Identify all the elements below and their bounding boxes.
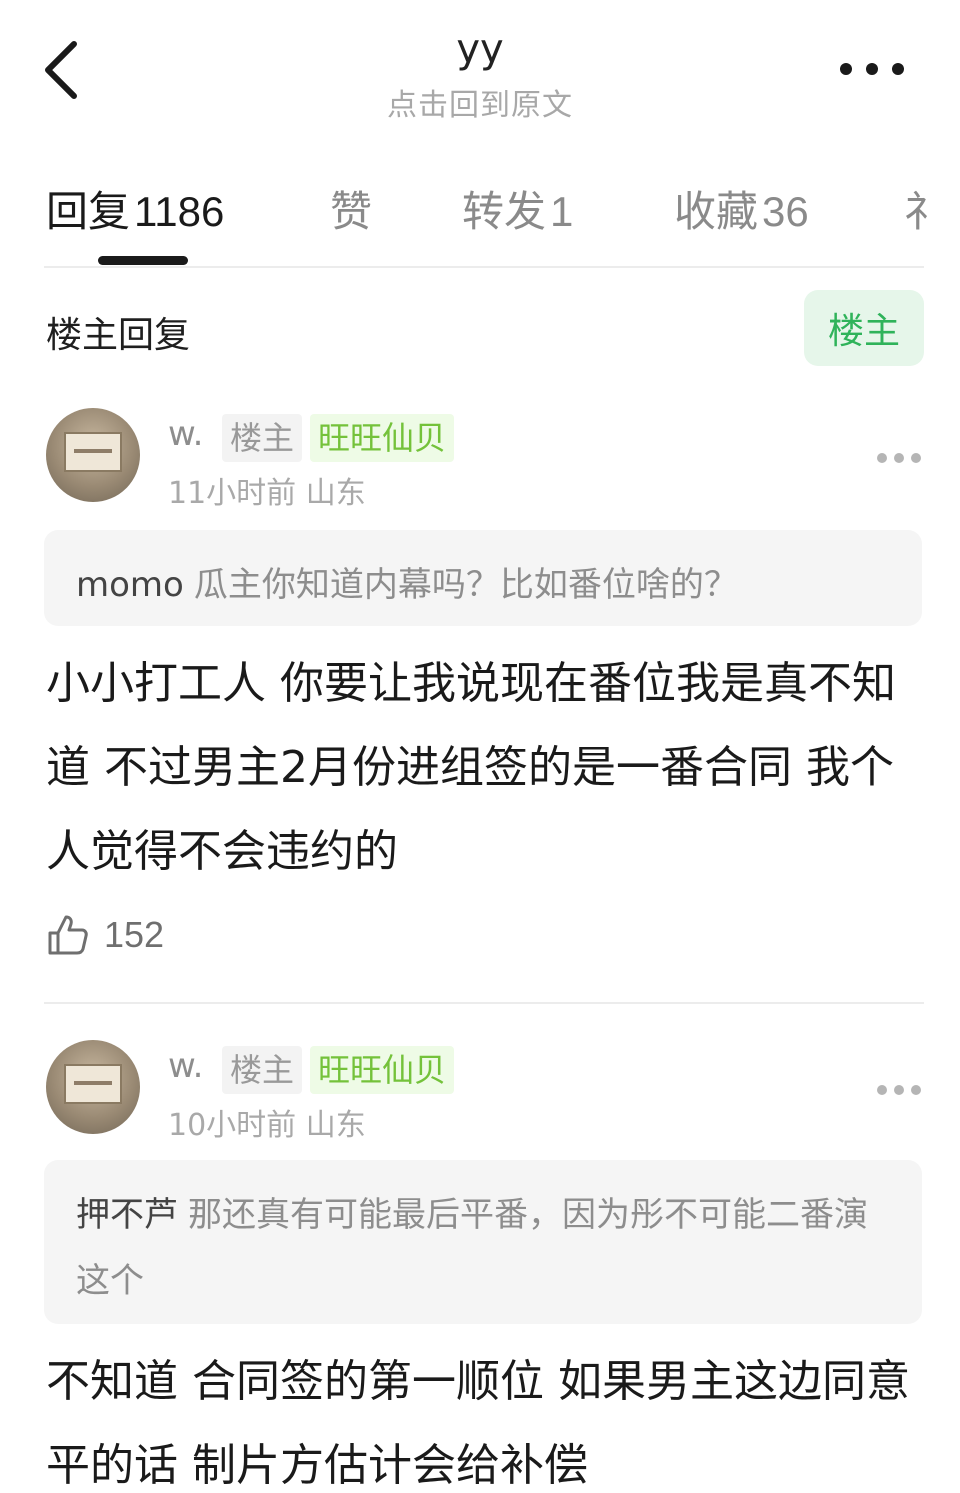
comment-time: 11小时前 [168,476,297,511]
comment-more-button[interactable] [876,450,922,464]
comment-body: 不知道 合同签的第一顺位 如果男主这边同意平的话 制片方估计会给补偿 [46,1356,910,1491]
quoted-reply[interactable]: 押不芦 那还真有可能最后平番，因为彤不可能二番演这个 [44,1160,922,1324]
comment-more-button[interactable] [876,1082,922,1096]
tab-label: 收藏 [674,187,759,236]
tab-replies[interactable]: 回复1186 [46,178,224,239]
comment-meta: 11小时前 山东 [168,468,366,512]
comment-location: 山东 [305,1108,366,1143]
comment-meta: 10小时前 山东 [168,1100,366,1144]
comment-body: 小小打工人 你要让我说现在番位我是真不知道 不过男主2月份进组签的是一番合同 我… [46,658,896,877]
username[interactable]: w. [168,1046,204,1086]
like-count: 152 [104,914,165,955]
more-horizontal-icon [877,1085,921,1095]
tab-reposts[interactable]: 转发1 [462,178,573,239]
page-title: yy [456,26,504,72]
quoted-reply[interactable]: momo 瓜主你知道内幕吗？比如番位啥的？ [44,530,922,626]
more-menu-button[interactable] [836,58,908,80]
fan-badge: 旺旺仙贝 [310,1046,455,1094]
tab-likes[interactable]: 赞 [330,178,372,239]
comment-time: 10小时前 [168,1108,297,1143]
avatar[interactable] [46,1040,140,1134]
thumbs-up-icon [48,915,88,955]
more-horizontal-icon [840,63,904,75]
tab-label: 礻 [904,187,947,236]
quoted-text: 瓜主你知道内幕吗？比如番位啥的？ [193,565,738,605]
top-bar: yy 点击回到原文 [0,0,960,140]
username[interactable]: w. [168,414,204,454]
tab-count: 36 [762,188,809,235]
section-title: 楼主回复 [46,315,191,356]
quoted-username: 押不芦 [76,1195,178,1235]
avatar[interactable] [46,408,140,502]
tab-favorites[interactable]: 收藏36 [674,178,809,239]
back-to-original-link[interactable]: 点击回到原文 [0,80,960,124]
fan-badge: 旺旺仙贝 [310,414,455,462]
tab-label: 回复 [46,187,131,236]
comment-location: 山东 [305,476,366,511]
op-badge: 楼主 [222,414,303,462]
divider [44,266,924,268]
more-horizontal-icon [877,453,921,463]
quoted-text: 那还真有可能最后平番，因为彤不可能二番演这个 [76,1195,868,1301]
quoted-username: momo [76,565,184,605]
tab-label: 转发 [462,187,547,236]
tab-bar: 回复1186 赞 转发1 收藏36 礻 [0,160,960,268]
op-filter-button[interactable]: 楼主 [804,290,924,366]
tab-count: 1186 [134,188,225,235]
tab-partial[interactable]: 礻 [904,178,946,239]
like-button[interactable]: 152 [46,910,164,960]
divider [44,1002,924,1004]
tab-count: 1 [550,188,574,235]
tab-label: 赞 [330,187,373,236]
op-badge: 楼主 [222,1046,303,1094]
active-tab-indicator [98,256,188,265]
